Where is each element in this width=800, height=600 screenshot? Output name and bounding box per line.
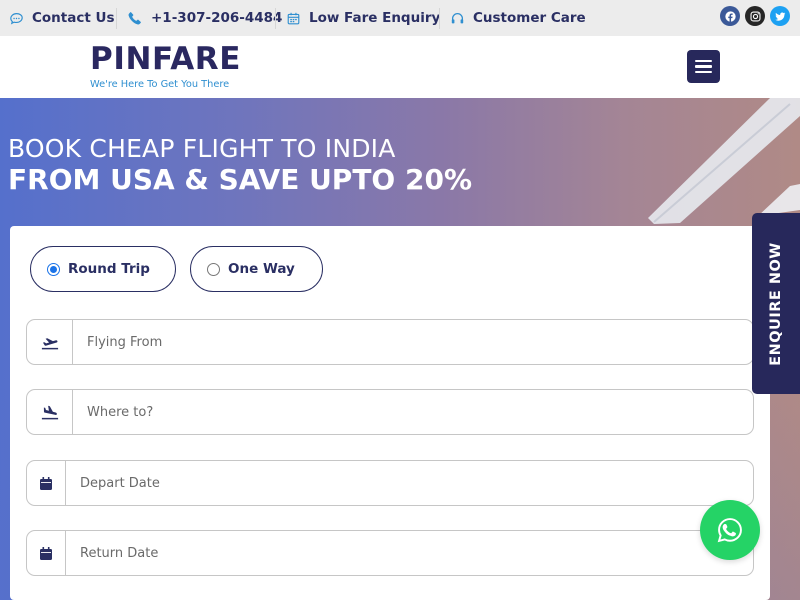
headset-icon bbox=[451, 12, 464, 23]
flying-from-field[interactable] bbox=[26, 319, 754, 365]
divider bbox=[439, 8, 440, 29]
enquire-now-label: ENQUIRE NOW bbox=[768, 241, 784, 366]
calendar-icon bbox=[27, 461, 66, 505]
contact-us-label: Contact Us bbox=[32, 10, 115, 26]
divider bbox=[275, 8, 276, 29]
one-way-label: One Way bbox=[228, 261, 295, 277]
hamburger-menu-icon bbox=[695, 59, 712, 63]
site-tagline: We're Here To Get You There bbox=[90, 79, 230, 90]
whatsapp-button[interactable] bbox=[700, 500, 760, 560]
landing-icon bbox=[27, 390, 73, 434]
where-to-field[interactable] bbox=[26, 389, 754, 435]
hamburger-line bbox=[695, 70, 712, 74]
hero-heading-line2: FROM USA & SAVE UPTO 20% bbox=[8, 163, 472, 196]
phone-number: +1-307-206-4484 bbox=[151, 10, 283, 26]
whatsapp-icon bbox=[717, 518, 742, 543]
hamburger-menu-button[interactable] bbox=[687, 50, 720, 83]
return-date-input[interactable] bbox=[66, 531, 753, 575]
round-trip-radio[interactable] bbox=[47, 262, 60, 276]
facebook-icon[interactable] bbox=[720, 6, 740, 26]
low-fare-enquiry-link[interactable]: Low Fare Enquiry bbox=[287, 0, 440, 36]
instagram-icon[interactable] bbox=[745, 6, 765, 26]
one-way-option[interactable]: One Way bbox=[190, 246, 323, 292]
hero-heading-line1: BOOK CHEAP FLIGHT TO INDIA bbox=[8, 134, 396, 163]
round-trip-label: Round Trip bbox=[68, 261, 150, 277]
site-header: PINFARE We're Here To Get You There bbox=[0, 36, 800, 98]
contact-us-link[interactable]: Contact Us bbox=[10, 0, 115, 36]
phone-icon bbox=[128, 12, 141, 25]
customer-care-link[interactable]: Customer Care bbox=[451, 0, 586, 36]
divider bbox=[116, 8, 117, 29]
depart-date-input[interactable] bbox=[66, 461, 753, 505]
low-fare-enquiry-label: Low Fare Enquiry bbox=[309, 10, 441, 26]
round-trip-option[interactable]: Round Trip bbox=[30, 246, 176, 292]
calendar-icon bbox=[27, 531, 66, 575]
depart-date-field[interactable] bbox=[26, 460, 754, 506]
one-way-radio[interactable] bbox=[207, 262, 220, 276]
hamburger-line bbox=[695, 65, 712, 68]
top-bar: Contact Us +1-307-206-4484 Low Fare Enqu… bbox=[0, 0, 800, 36]
return-date-field[interactable] bbox=[26, 530, 754, 576]
where-to-input[interactable] bbox=[73, 390, 753, 434]
twitter-icon[interactable] bbox=[770, 6, 790, 26]
takeoff-icon bbox=[27, 320, 73, 364]
customer-care-label: Customer Care bbox=[473, 10, 586, 26]
chat-icon bbox=[10, 12, 23, 24]
phone-link[interactable]: +1-307-206-4484 bbox=[128, 0, 282, 36]
calendar-icon bbox=[287, 12, 300, 24]
enquire-now-tab[interactable]: ENQUIRE NOW bbox=[752, 213, 800, 394]
flying-from-input[interactable] bbox=[73, 320, 753, 364]
site-logo[interactable]: PINFARE bbox=[90, 42, 241, 76]
